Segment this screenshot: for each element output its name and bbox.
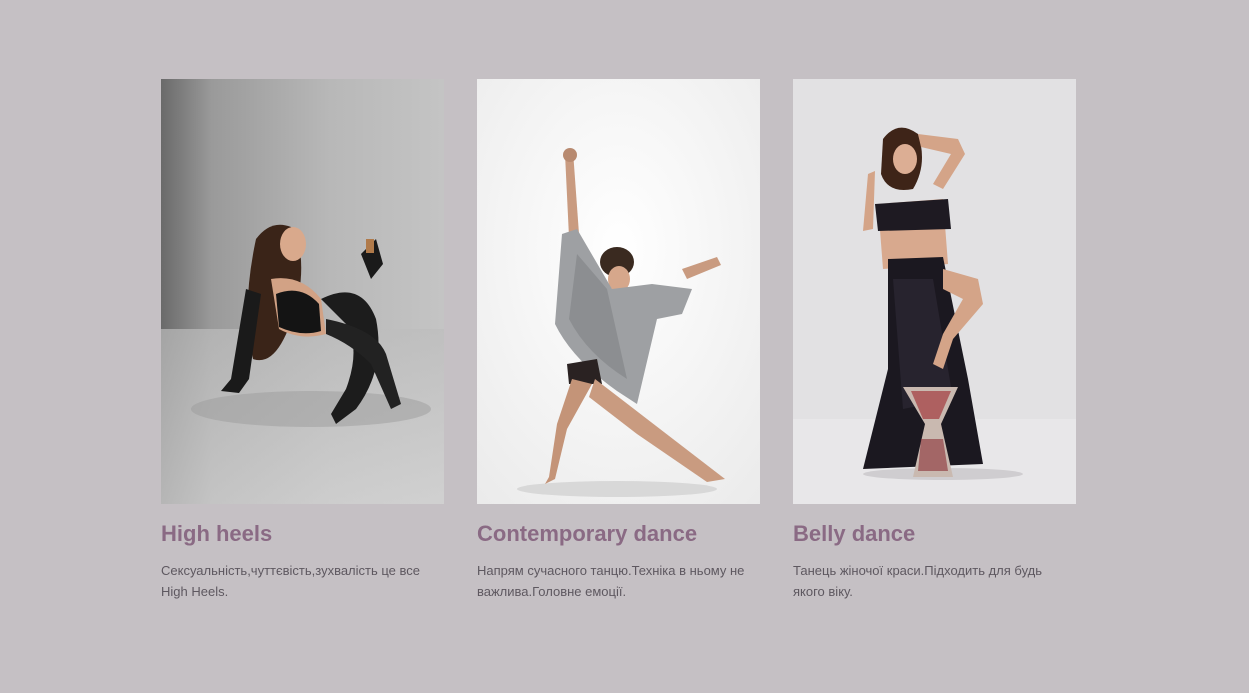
contemporary-dance-photo[interactable] [477,79,760,504]
card-belly-dance: Belly dance Танець жіночої краси.Підходи… [793,79,1076,602]
card-description: Напрям сучасного танцю.Техніка в ньому н… [477,563,745,599]
card-description: Танець жіночої краси.Підходить для будь … [793,563,1042,599]
page: High heels Сексуальність,чуттєвість,зухв… [0,0,1249,693]
card-contemporary-dance: Contemporary dance Напрям сучасного танц… [477,79,760,602]
card-high-heels: High heels Сексуальність,чуттєвість,зухв… [161,79,444,602]
card-title[interactable]: High heels [161,520,444,548]
belly-dance-photo[interactable] [793,79,1076,504]
high-heels-photo[interactable] [161,79,444,504]
dance-styles-grid: High heels Сексуальність,чуттєвість,зухв… [161,79,1076,602]
card-title[interactable]: Contemporary dance [477,520,760,548]
card-title[interactable]: Belly dance [793,520,1076,548]
card-description: Сексуальність,чуттєвість,зухвалість це в… [161,563,420,599]
